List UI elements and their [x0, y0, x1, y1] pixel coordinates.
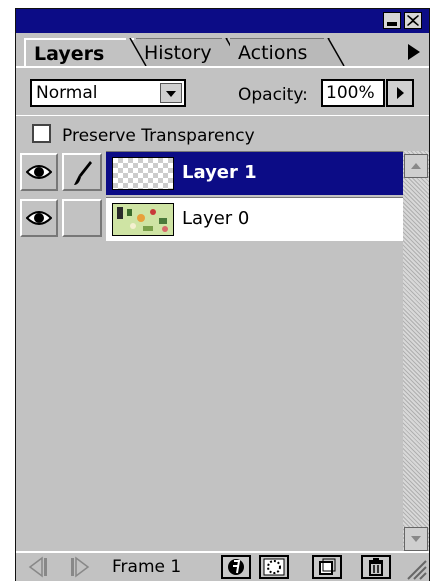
title-bar[interactable]: [16, 9, 429, 33]
eye-icon: [26, 165, 52, 179]
mask-icon[interactable]: [259, 555, 289, 579]
layer-row[interactable]: Layer 1: [16, 151, 403, 195]
layer-thumbnail: [112, 203, 174, 236]
tab-actions[interactable]: Actions: [230, 38, 330, 66]
paintbrush-icon: [74, 161, 92, 185]
blend-mode-select[interactable]: Normal: [30, 79, 186, 107]
layer-visibility-toggle[interactable]: [20, 199, 58, 237]
layer-edit-toggle[interactable]: [62, 153, 102, 191]
frame-label: Frame 1: [112, 557, 182, 577]
tab-history[interactable]: History: [136, 38, 228, 66]
opacity-label: Opacity:: [238, 85, 308, 105]
layer-name-cell[interactable]: Layer 1: [106, 151, 403, 195]
palette-frame: Layers History Actions Normal Opacity: 1…: [15, 8, 430, 581]
next-frame-icon[interactable]: [68, 555, 94, 579]
layers-scrollbar[interactable]: [403, 151, 429, 551]
layer-row[interactable]: Layer 0: [16, 197, 403, 241]
layer-name: Layer 1: [182, 162, 257, 183]
palette-tabs: Layers History Actions: [16, 35, 429, 69]
chevron-down-icon[interactable]: [160, 83, 182, 103]
layer-thumbnail: [112, 157, 174, 190]
preserve-transparency-row: Preserve Transparency: [16, 115, 429, 152]
palette-menu-arrow-icon[interactable]: [401, 40, 425, 64]
opacity-field[interactable]: 100%: [321, 79, 385, 107]
resize-grip-icon[interactable]: [402, 553, 428, 581]
layer-edit-toggle[interactable]: [62, 199, 102, 237]
trash-icon[interactable]: [361, 555, 391, 579]
opacity-slider-arrow-icon[interactable]: [386, 79, 414, 107]
layers-list: Layer 1 Layer 0: [16, 151, 403, 551]
layer-name-cell[interactable]: Layer 0: [106, 197, 403, 241]
scroll-down-icon[interactable]: [404, 527, 428, 551]
tab-layers[interactable]: Layers: [24, 38, 134, 66]
blend-mode-value: Normal: [36, 83, 98, 103]
new-layer-icon[interactable]: [312, 555, 342, 579]
layer-name: Layer 0: [182, 208, 250, 229]
preserve-transparency-label: Preserve Transparency: [62, 126, 255, 146]
scroll-up-icon[interactable]: [404, 154, 428, 178]
palette-footer: Frame 1: [16, 551, 429, 581]
preserve-transparency-checkbox[interactable]: [32, 124, 51, 143]
minimize-icon[interactable]: [383, 12, 401, 29]
layers-palette-window: Layers History Actions Normal Opacity: 1…: [0, 0, 437, 581]
close-icon[interactable]: [404, 12, 422, 29]
previous-frame-icon[interactable]: [24, 555, 50, 579]
eye-icon: [26, 211, 52, 225]
effects-icon[interactable]: [221, 555, 251, 579]
blend-opacity-row: Normal Opacity: 100%: [16, 71, 429, 113]
layer-visibility-toggle[interactable]: [20, 153, 58, 191]
